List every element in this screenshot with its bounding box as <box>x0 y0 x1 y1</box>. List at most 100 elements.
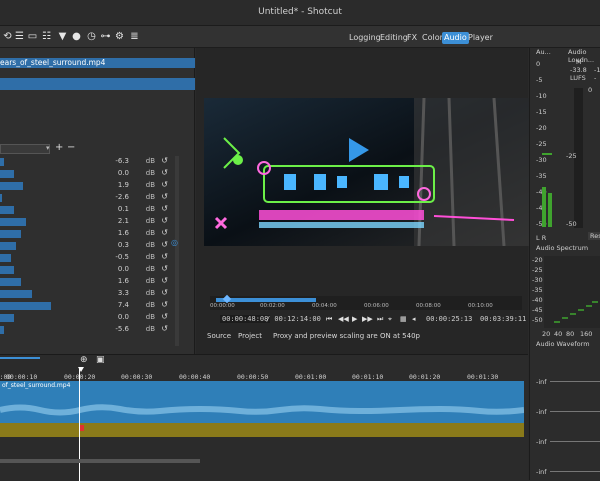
equalizer-band-row[interactable]: -6.3 dB ↺ <box>0 156 175 168</box>
band-level-bar[interactable] <box>0 170 14 178</box>
band-level-bar[interactable] <box>0 254 11 262</box>
equalizer-band-row[interactable]: 0.0 dB ↺ <box>0 168 175 180</box>
reset-icon[interactable]: ↺ <box>161 168 168 177</box>
fast-forward-icon[interactable]: ▶▶ <box>362 315 373 323</box>
equalizer-band-row[interactable]: 1.6 dB ↺ <box>0 276 175 288</box>
band-level-bar[interactable] <box>0 194 2 202</box>
equalizer-band-row[interactable]: 3.3 dB ↺ <box>0 288 175 300</box>
equalizer-band-row[interactable]: 2.1 dB ↺ <box>0 216 175 228</box>
timeline-playhead[interactable] <box>79 367 80 481</box>
band-level-bar[interactable] <box>0 218 27 226</box>
folder-icon[interactable]: ▭ <box>26 30 39 43</box>
band-level-bar[interactable] <box>0 314 14 322</box>
equalizer-band-row[interactable]: 0.3 dB ↺ <box>0 240 175 252</box>
equalizer-band-row[interactable]: 0.0 dB ↺ <box>0 264 175 276</box>
timer-icon[interactable]: ◷ <box>85 30 98 43</box>
band-level-bar[interactable] <box>0 242 16 250</box>
preset-dropdown[interactable] <box>0 144 50 154</box>
band-value[interactable]: 7.4 <box>89 301 129 309</box>
band-level-bar[interactable] <box>0 266 14 274</box>
band-level-bar[interactable] <box>0 158 4 166</box>
scrubber-bar[interactable]: 00:00:00 00:02:00 00:04:00 00:06:00 00:0… <box>210 294 522 310</box>
equalizer-band-row[interactable]: -0.5 dB ↺ <box>0 252 175 264</box>
list-icon[interactable]: ☰ <box>13 30 26 43</box>
band-level-bar[interactable] <box>0 290 32 298</box>
reset-icon[interactable]: ↺ <box>161 276 168 285</box>
settings-icon[interactable]: ⚙ <box>113 30 126 43</box>
band-value[interactable]: 1.6 <box>89 229 129 237</box>
equalizer-band-row[interactable]: 1.9 dB ↺ <box>0 180 175 192</box>
tab-fx[interactable]: FX <box>405 32 419 44</box>
band-value[interactable]: -5.6 <box>89 325 129 333</box>
equalizer-band-row[interactable]: 1.6 dB ↺ <box>0 228 175 240</box>
equalizer-band-row[interactable]: 0.1 dB ↺ <box>0 204 175 216</box>
playhead-handle-icon[interactable] <box>78 367 84 372</box>
band-level-bar[interactable] <box>0 230 21 238</box>
band-value[interactable]: 0.3 <box>89 241 129 249</box>
reset-icon[interactable]: ↺ <box>161 216 168 225</box>
jobs-icon[interactable]: ≣ <box>128 30 141 43</box>
grid-icon[interactable]: ▦ <box>400 315 407 323</box>
band-value[interactable]: -0.5 <box>89 253 129 261</box>
reset-icon[interactable]: ↺ <box>161 252 168 261</box>
zoom-icon[interactable]: ⌖ <box>388 315 392 324</box>
band-value[interactable]: 0.1 <box>89 205 129 213</box>
band-value[interactable]: -2.6 <box>89 193 129 201</box>
zoom-fit-icon[interactable]: ▣ <box>96 355 105 365</box>
equalizer-band-row[interactable]: 0.0 dB ↺ <box>0 312 175 324</box>
position-timecode[interactable]: 00:00:48:08 <box>220 315 271 323</box>
out-point-timecode[interactable]: 00:03:39:11 <box>480 315 526 323</box>
reset-icon[interactable]: ↺ <box>161 180 168 189</box>
zoom-in-icon[interactable]: ⊕ <box>80 355 88 365</box>
band-value[interactable]: -6.3 <box>89 157 129 165</box>
reset-icon[interactable]: ↺ <box>161 300 168 309</box>
band-value[interactable]: 2.1 <box>89 217 129 225</box>
equalizer-band-row[interactable]: -5.6 dB ↺ <box>0 324 175 336</box>
tab-audio[interactable]: Audio <box>442 32 469 44</box>
reset-icon[interactable]: ↺ <box>161 228 168 237</box>
play-icon[interactable]: ▶ <box>352 315 357 323</box>
filter-scrollbar[interactable] <box>175 156 179 346</box>
marker-icon[interactable]: ● <box>70 30 83 43</box>
skip-next-icon[interactable]: ⏭ <box>377 315 383 324</box>
scrub-icon[interactable]: ⊶ <box>99 30 112 43</box>
tab-player[interactable]: Player <box>466 32 495 44</box>
reset-icon[interactable]: ↺ <box>161 204 168 213</box>
tab-project[interactable]: Project <box>238 332 262 340</box>
skip-previous-icon[interactable]: ⏮ <box>326 315 332 324</box>
filter-icon[interactable]: ▼ <box>56 30 69 43</box>
reset-icon[interactable]: ↺ <box>161 240 168 249</box>
band-value[interactable]: 0.0 <box>89 169 129 177</box>
volume-icon[interactable]: ◂ <box>412 315 416 323</box>
band-level-bar[interactable] <box>0 326 4 334</box>
keyframe-marker[interactable] <box>80 425 84 431</box>
band-value[interactable]: 3.3 <box>89 289 129 297</box>
band-value[interactable]: 0.0 <box>89 313 129 321</box>
band-level-bar[interactable] <box>0 302 51 310</box>
band-level-bar[interactable] <box>0 206 14 214</box>
reset-icon[interactable]: ↺ <box>161 312 168 321</box>
equalizer-band-row[interactable]: 7.4 dB ↺ <box>0 300 175 312</box>
reset-icon[interactable]: ↺ <box>161 324 168 333</box>
link-icon[interactable]: ◎ <box>171 238 178 247</box>
band-level-bar[interactable] <box>0 182 23 190</box>
band-level-bar[interactable] <box>0 278 21 286</box>
in-point-timecode[interactable]: 00:00:25:13 <box>426 315 472 323</box>
reset-icon[interactable]: ↺ <box>161 156 168 165</box>
timeline-scrollbar[interactable] <box>0 459 200 463</box>
reset-icon[interactable]: ↺ <box>161 288 168 297</box>
remove-preset-button[interactable]: − <box>67 142 75 153</box>
timeline-zoom-slider[interactable] <box>0 357 40 359</box>
band-value[interactable]: 0.0 <box>89 265 129 273</box>
rewind-icon[interactable]: ◀◀ <box>338 315 349 323</box>
band-value[interactable]: 1.6 <box>89 277 129 285</box>
reset-button[interactable]: Res <box>588 232 600 240</box>
band-value[interactable]: 1.9 <box>89 181 129 189</box>
playlist-item[interactable]: ears_of_steel_surround.mp4 <box>0 58 195 68</box>
reset-icon[interactable]: ↺ <box>161 192 168 201</box>
reset-icon[interactable]: ↺ <box>161 264 168 273</box>
properties-icon[interactable]: ☷ <box>40 30 53 43</box>
add-preset-button[interactable]: + <box>55 142 63 153</box>
playlist-selection[interactable] <box>0 78 195 90</box>
equalizer-band-row[interactable]: -2.6 dB ↺ <box>0 192 175 204</box>
